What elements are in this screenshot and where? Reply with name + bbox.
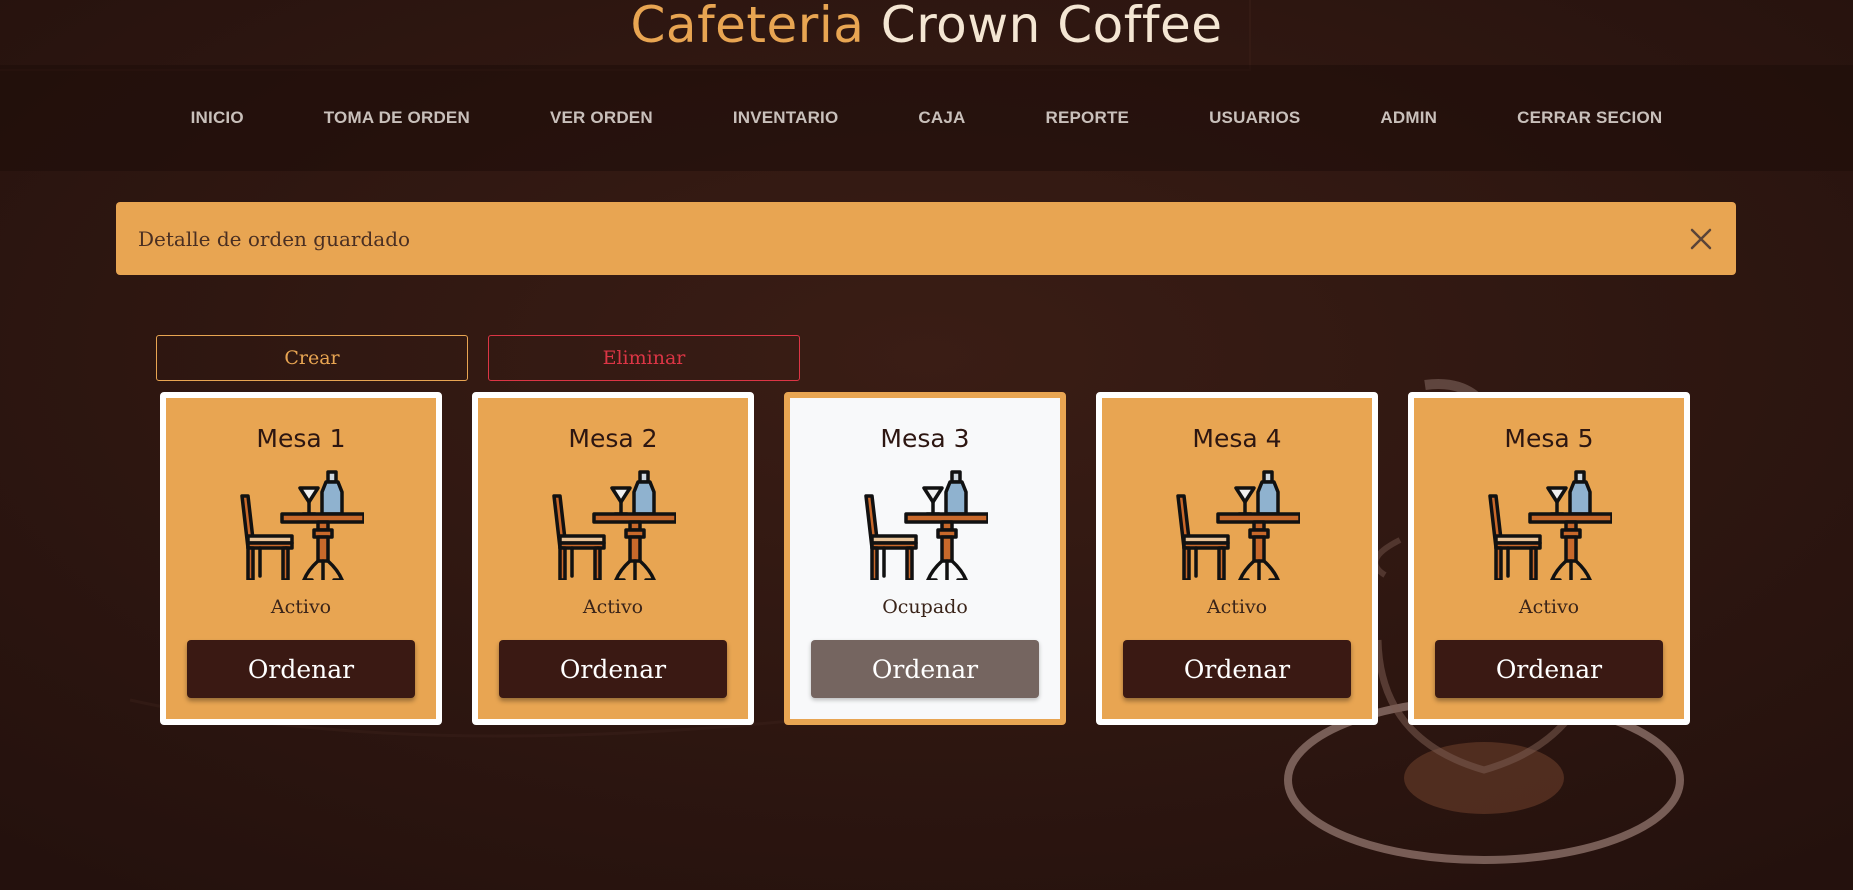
order-button[interactable]: Ordenar — [1435, 640, 1663, 698]
nav-toma-de-orden[interactable]: TOMA DE ORDEN — [324, 108, 470, 128]
table-card-status: Activo — [1518, 596, 1580, 618]
table-card-3[interactable]: Mesa 3 Ocupado Ordenar — [784, 392, 1066, 725]
nav-caja[interactable]: CAJA — [918, 108, 965, 128]
close-icon[interactable] — [1688, 226, 1714, 252]
nav-reporte[interactable]: REPORTE — [1046, 108, 1130, 128]
brand-title-part1: Cafeteria — [630, 0, 865, 54]
table-card-1[interactable]: Mesa 1 Activo Ordenar — [160, 392, 442, 725]
table-chair-bottle-icon — [864, 470, 988, 580]
order-button[interactable]: Ordenar — [1123, 640, 1351, 698]
table-chair-bottle-icon — [1176, 470, 1300, 580]
main-nav: INICIO TOMA DE ORDEN VER ORDEN INVENTARI… — [0, 65, 1853, 171]
nav-inventario[interactable]: INVENTARIO — [733, 108, 839, 128]
order-button[interactable]: Ordenar — [187, 640, 415, 698]
nav-inicio[interactable]: INICIO — [191, 108, 244, 128]
table-chair-bottle-icon — [1488, 470, 1612, 580]
table-card-status: Activo — [582, 596, 644, 618]
table-card-status: Activo — [270, 596, 332, 618]
table-card-title: Mesa 3 — [880, 424, 970, 453]
table-card-status: Activo — [1206, 596, 1268, 618]
table-card-title: Mesa 4 — [1192, 424, 1282, 453]
nav-admin[interactable]: ADMIN — [1380, 108, 1437, 128]
table-card-status: Ocupado — [882, 596, 968, 618]
brand-title-part2: Crown Coffee — [880, 0, 1223, 54]
table-card-5[interactable]: Mesa 5 Activo Ordenar — [1408, 392, 1690, 725]
success-alert: Detalle de orden guardado — [116, 202, 1736, 275]
table-chair-bottle-icon — [240, 470, 364, 580]
delete-button[interactable]: Eliminar — [488, 335, 800, 381]
nav-ver-orden[interactable]: VER ORDEN — [550, 108, 653, 128]
create-button[interactable]: Crear — [156, 335, 468, 381]
table-card-title: Mesa 1 — [256, 424, 346, 453]
brand-title: Cafeteria Crown Coffee — [0, 0, 1853, 50]
nav-usuarios[interactable]: USUARIOS — [1209, 108, 1300, 128]
table-card-title: Mesa 5 — [1504, 424, 1594, 453]
nav-cerrar-secion[interactable]: CERRAR SECION — [1517, 108, 1662, 128]
table-card-title: Mesa 2 — [568, 424, 658, 453]
table-chair-bottle-icon — [552, 470, 676, 580]
order-button[interactable]: Ordenar — [499, 640, 727, 698]
order-button[interactable]: Ordenar — [811, 640, 1039, 698]
table-card-2[interactable]: Mesa 2 Activo Ordenar — [472, 392, 754, 725]
alert-message: Detalle de orden guardado — [138, 226, 411, 251]
table-card-4[interactable]: Mesa 4 Activo Ordenar — [1096, 392, 1378, 725]
